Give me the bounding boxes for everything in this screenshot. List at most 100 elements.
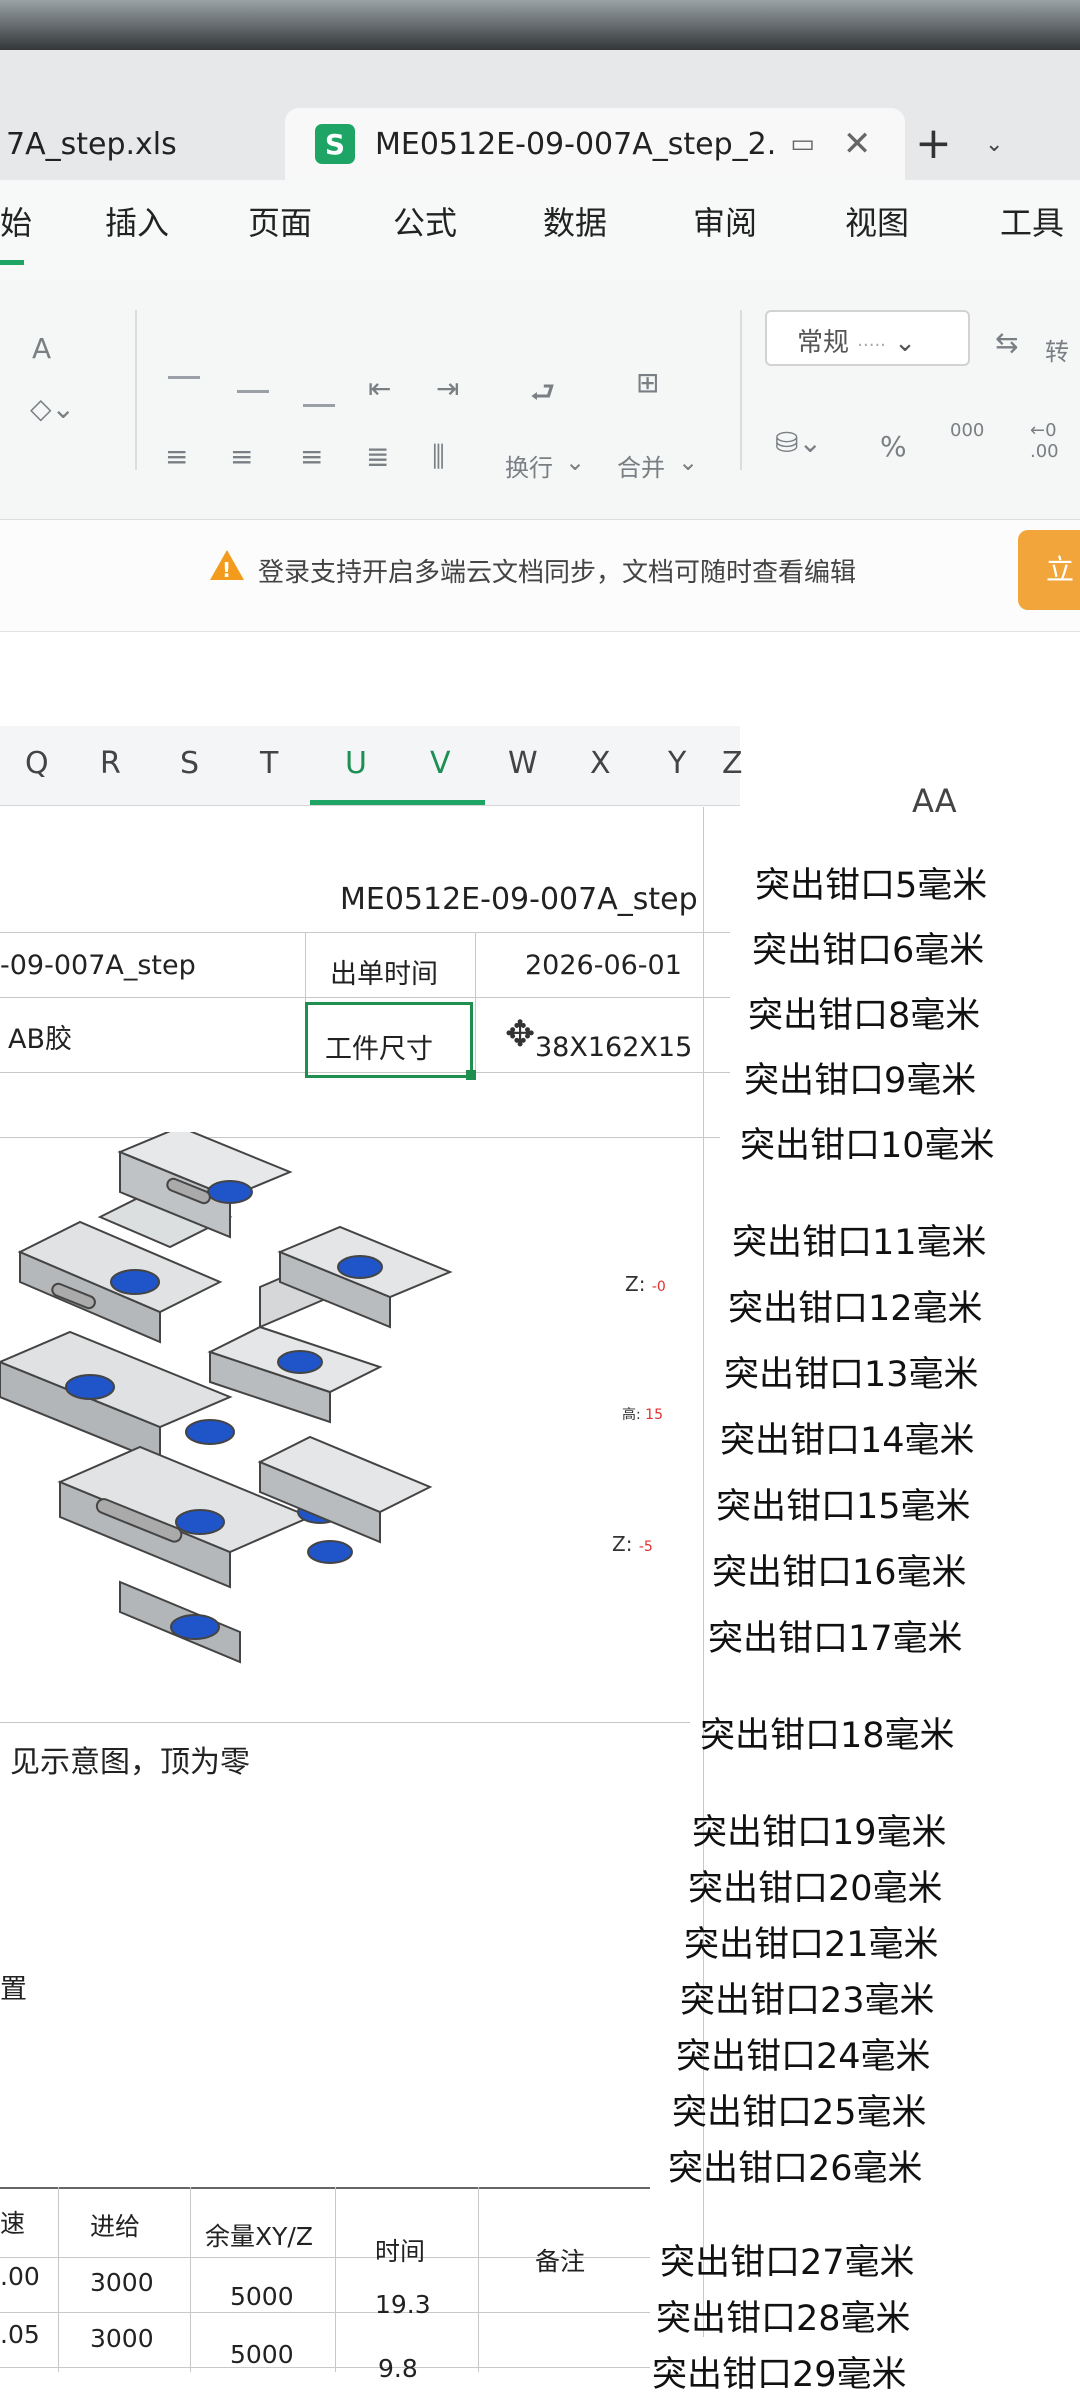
- list-item[interactable]: 突出钳口16毫米: [712, 1544, 967, 1595]
- align-top-icon[interactable]: [168, 376, 200, 379]
- menu-review[interactable]: 审阅: [693, 198, 757, 244]
- list-item[interactable]: 突出钳口6毫米: [752, 922, 984, 973]
- col-header-y[interactable]: Y: [668, 746, 686, 781]
- menu-active-indicator: [0, 260, 24, 265]
- distribute-icon[interactable]: ⫼: [432, 440, 445, 474]
- number-format-select[interactable]: 常规 ····· ⌄: [765, 310, 970, 366]
- wrap-text-icon[interactable]: ⮐: [530, 372, 555, 420]
- list-item[interactable]: 突出钳口27毫米: [660, 2234, 915, 2285]
- menu-insert[interactable]: 插入: [105, 198, 169, 244]
- merge-cells-icon[interactable]: ⊞: [636, 366, 659, 399]
- thousands-button[interactable]: 000: [950, 420, 984, 441]
- list-item[interactable]: 突出钳口17毫米: [708, 1610, 963, 1661]
- size-value-cell[interactable]: 38X162X15: [535, 1032, 692, 1063]
- menu-data[interactable]: 数据: [543, 198, 607, 244]
- align-right-icon[interactable]: ≡: [300, 440, 323, 473]
- list-item[interactable]: 突出钳口23毫米: [680, 1972, 935, 2023]
- z-value: -0: [651, 1279, 666, 1295]
- material-cell[interactable]: AB胶: [8, 1017, 72, 1056]
- list-item[interactable]: 突出钳口5毫米: [755, 857, 987, 908]
- col-header-r[interactable]: R: [100, 746, 121, 781]
- merge-label[interactable]: 合并: [617, 448, 665, 483]
- sheet-title[interactable]: ME0512E-09-007A_step: [340, 882, 698, 917]
- list-item[interactable]: 突出钳口9毫米: [744, 1052, 976, 1103]
- indent-decrease-icon[interactable]: ⇤: [368, 372, 391, 405]
- justify-icon[interactable]: ≣: [366, 440, 389, 473]
- worksheet: Q R S T U V W X Y Z AA ME0512E-09-007A_s…: [0, 632, 1080, 2400]
- ribbon-toolbar: A ◇⌄ ⇤ ⇥ ⮐ ⊞ ≡ ≡ ≡ ≣ ⫼ 换行 ⌄ 合并 ⌄ 常规 ····…: [0, 280, 1080, 520]
- col-header-x[interactable]: X: [590, 746, 611, 781]
- convert-label[interactable]: 转: [1045, 332, 1069, 367]
- font-size-icon[interactable]: A: [32, 332, 51, 365]
- table-cell[interactable]: 9.8: [378, 2354, 418, 2383]
- convert-icon[interactable]: ⇆: [995, 326, 1018, 359]
- note-cell[interactable]: 见示意图，顶为零: [10, 1737, 250, 1781]
- monitor-icon[interactable]: ▭: [790, 129, 815, 159]
- table-cell[interactable]: 5000: [230, 2282, 294, 2311]
- wrap-label[interactable]: 换行: [505, 448, 553, 483]
- chevron-down-icon: ⌄: [678, 448, 699, 476]
- col-header-t[interactable]: T: [260, 746, 278, 781]
- menu-page[interactable]: 页面: [248, 198, 312, 244]
- chevron-down-icon[interactable]: ⌄: [985, 132, 1003, 157]
- align-bottom-icon[interactable]: [303, 404, 335, 407]
- fill-handle[interactable]: [466, 1070, 476, 1080]
- list-item[interactable]: 突出钳口26毫米: [668, 2140, 923, 2191]
- col-header-aa[interactable]: AA: [912, 782, 957, 820]
- menu-view[interactable]: 视图: [845, 198, 909, 244]
- table-cell[interactable]: 19.3: [375, 2290, 431, 2319]
- note2-cell[interactable]: 置: [0, 1967, 27, 2006]
- list-item[interactable]: 突出钳口10毫米: [740, 1117, 995, 1168]
- table-cell[interactable]: 3000: [90, 2324, 154, 2353]
- list-item[interactable]: 突出钳口13毫米: [724, 1346, 979, 1397]
- new-tab-button[interactable]: +: [915, 118, 952, 169]
- col-header-w[interactable]: W: [508, 746, 538, 781]
- z-label: Z:: [612, 1532, 633, 1556]
- list-item[interactable]: 突出钳口28毫米: [656, 2290, 911, 2341]
- login-button[interactable]: 立: [1018, 530, 1080, 610]
- list-item[interactable]: 突出钳口14毫米: [720, 1412, 975, 1463]
- align-left-icon[interactable]: ≡: [165, 440, 188, 473]
- menu-tools[interactable]: 工具: [1000, 198, 1064, 244]
- table-border: [478, 2187, 479, 2372]
- list-item[interactable]: 突出钳口29毫米: [652, 2346, 907, 2397]
- align-middle-icon[interactable]: [237, 390, 269, 393]
- align-center-icon[interactable]: ≡: [230, 440, 253, 473]
- decimal-button[interactable]: ←0 .00: [1030, 420, 1059, 462]
- list-item[interactable]: 突出钳口18毫米: [700, 1707, 955, 1758]
- clear-format-icon[interactable]: ◇⌄: [30, 392, 75, 425]
- col-header-s[interactable]: S: [180, 746, 199, 781]
- table-cell[interactable]: 5000: [230, 2340, 294, 2369]
- selected-cell[interactable]: [305, 1002, 473, 1078]
- list-item[interactable]: 突出钳口19毫米: [692, 1804, 947, 1855]
- list-item[interactable]: 突出钳口24毫米: [676, 2028, 931, 2079]
- list-item[interactable]: 突出钳口11毫米: [732, 1214, 987, 1265]
- list-item[interactable]: 突出钳口20毫米: [688, 1860, 943, 1911]
- list-item[interactable]: 突出钳口8毫米: [748, 987, 980, 1038]
- menu-formula[interactable]: 公式: [393, 198, 457, 244]
- tab-file-xls[interactable]: 7A_step.xls: [0, 108, 270, 180]
- list-item[interactable]: 突出钳口12毫米: [728, 1280, 983, 1331]
- table-cell[interactable]: .05: [0, 2320, 40, 2349]
- order-time-value[interactable]: 2026-06-01: [525, 950, 682, 981]
- table-cell[interactable]: .00: [0, 2262, 40, 2291]
- percent-button[interactable]: %: [880, 430, 907, 463]
- table-cell[interactable]: 3000: [90, 2268, 154, 2297]
- order-time-label[interactable]: 出单时间: [330, 952, 438, 991]
- tab-file-active[interactable]: S ME0512E-09-007A_step_2. ▭ ✕: [285, 108, 905, 180]
- menu-home[interactable]: 始: [0, 198, 32, 244]
- z-value: -5: [638, 1539, 653, 1555]
- currency-icon[interactable]: ⛁⌄: [775, 426, 822, 459]
- list-item[interactable]: 突出钳口21毫米: [684, 1916, 939, 1967]
- col-header-q[interactable]: Q: [25, 746, 49, 781]
- col-header-z[interactable]: Z: [722, 746, 743, 781]
- table-header: 时间: [375, 2237, 426, 2266]
- list-item[interactable]: 突出钳口25毫米: [672, 2084, 927, 2135]
- col-header-u[interactable]: U: [345, 746, 367, 781]
- col-header-v[interactable]: V: [430, 746, 451, 781]
- indent-increase-icon[interactable]: ⇥: [436, 372, 459, 405]
- list-item[interactable]: 突出钳口15毫米: [716, 1478, 971, 1529]
- close-icon[interactable]: ✕: [843, 124, 872, 164]
- file-ref-cell[interactable]: -09-007A_step: [0, 950, 196, 981]
- z-label: Z:: [625, 1272, 646, 1296]
